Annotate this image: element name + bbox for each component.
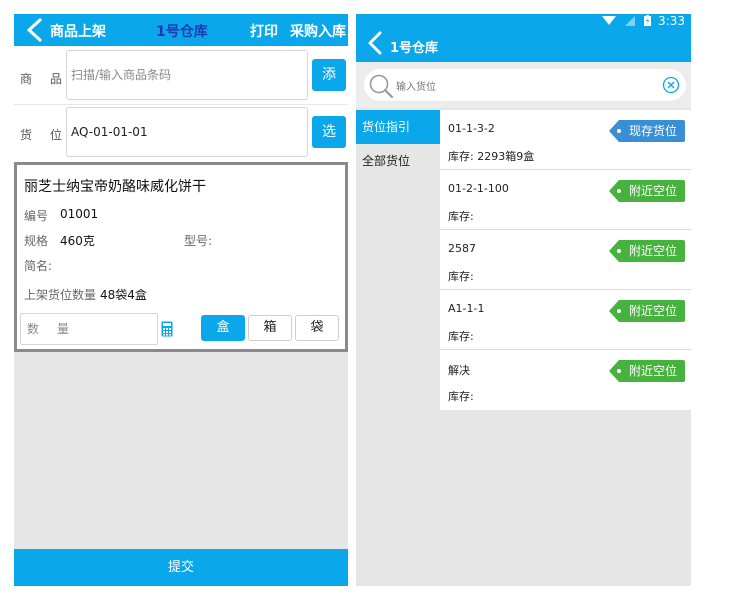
product-card: 丽芝士纳宝帝奶酪味威化饼干 编号 01001 规格 460克 型号: 简名: 上…: [14, 162, 348, 352]
chevron-left-icon[interactable]: [24, 18, 46, 42]
model-label: 型号:: [184, 234, 213, 248]
list-item[interactable]: A1-1-1 库存: 附近空位: [440, 290, 691, 350]
purchase-inbound-button[interactable]: 采购入库: [290, 21, 346, 41]
row-divider: [14, 104, 348, 105]
status-badge: 附近空位: [608, 300, 685, 322]
location-code: A1-1-1: [448, 302, 485, 315]
battery-icon: [644, 15, 652, 26]
list-item[interactable]: 解决 库存: 附近空位: [440, 350, 691, 410]
list-item[interactable]: 01-2-1-100 库存: 附近空位: [440, 170, 691, 230]
search-bar: 输入货位: [356, 62, 691, 108]
location-input[interactable]: AQ-01-01-01: [66, 107, 308, 157]
shelving-header: 商品上架 1号仓库 打印 采购入库: [14, 14, 348, 46]
barcode-input[interactable]: 扫描/输入商品条码: [66, 50, 308, 100]
location-stock: 库存:: [448, 270, 474, 283]
location-picker-screen: 3:33 1号仓库 输入货位 货位指引 全部货位 01-1-3-2 库存: 22…: [356, 14, 691, 586]
search-placeholder: 输入货位: [396, 82, 436, 93]
short-name-label: 简名:: [24, 259, 53, 273]
clear-icon[interactable]: [662, 76, 680, 94]
scan-form: 商品 扫描/输入商品条码 添 货位 AQ-01-01-01 选: [14, 46, 348, 174]
status-badge: 附近空位: [608, 240, 685, 262]
location-stock: 库存: 2293箱9盒: [448, 150, 535, 163]
unit-bag-button[interactable]: 袋: [295, 315, 339, 341]
location-code: 01-1-3-2: [448, 122, 495, 135]
nav-location-guide[interactable]: 货位指引: [356, 110, 440, 144]
list-item[interactable]: 01-1-3-2 库存: 2293箱9盒 现存货位: [440, 110, 691, 170]
code-label: 编号: [24, 209, 49, 223]
wifi-icon: [601, 16, 616, 25]
location-stock: 库存:: [448, 390, 474, 403]
shelf-qty-value: 48袋4盒: [100, 288, 147, 302]
location-picker-header: 3:33 1号仓库: [356, 14, 691, 62]
status-badge: 附近空位: [608, 360, 685, 382]
product-name: 丽芝士纳宝帝奶酪味威化饼干: [24, 179, 206, 195]
spec-label: 规格: [24, 234, 49, 248]
unit-case-button[interactable]: 箱: [248, 315, 292, 341]
shelf-qty-label: 上架货位数量: [24, 288, 97, 302]
quantity-input[interactable]: 数量: [20, 313, 158, 345]
print-button[interactable]: 打印: [250, 21, 278, 41]
status-badge: 附近空位: [608, 180, 685, 202]
chevron-left-icon[interactable]: [366, 30, 384, 56]
search-icon: [369, 74, 394, 99]
signal-icon: [625, 16, 636, 26]
unit-box-button[interactable]: 盒: [201, 315, 245, 341]
location-code: 解决: [448, 364, 470, 377]
nav-all-locations[interactable]: 全部货位: [356, 144, 440, 178]
status-bar: 3:33: [601, 14, 685, 28]
status-badge: 现存货位: [608, 120, 685, 142]
page-title: 1号仓库: [390, 41, 439, 56]
search-input[interactable]: 输入货位: [364, 69, 686, 101]
spec-value: 460克: [60, 234, 95, 248]
calculator-icon[interactable]: [161, 321, 173, 337]
location-category-nav: 货位指引 全部货位: [356, 110, 440, 586]
code-value: 01001: [60, 207, 99, 221]
status-time: 3:33: [658, 14, 685, 28]
shelving-screen: 商品上架 1号仓库 打印 采购入库 商品 扫描/输入商品条码 添 货位 AQ-0…: [14, 14, 348, 586]
warehouse-selector[interactable]: 1号仓库: [156, 21, 208, 41]
location-stock: 库存:: [448, 330, 474, 343]
page-title: 商品上架: [50, 24, 106, 40]
location-code: 2587: [448, 242, 476, 255]
list-item[interactable]: 2587 库存: 附近空位: [440, 230, 691, 290]
submit-button[interactable]: 提交: [14, 549, 348, 586]
location-code: 01-2-1-100: [448, 182, 509, 195]
select-location-button[interactable]: 选: [312, 116, 346, 148]
location-stock: 库存:: [448, 210, 474, 223]
location-list: 01-1-3-2 库存: 2293箱9盒 现存货位 01-2-1-100 库存:…: [440, 110, 691, 410]
location-label: 货位: [20, 128, 63, 142]
add-button[interactable]: 添: [312, 59, 346, 91]
product-label: 商品: [20, 72, 63, 86]
